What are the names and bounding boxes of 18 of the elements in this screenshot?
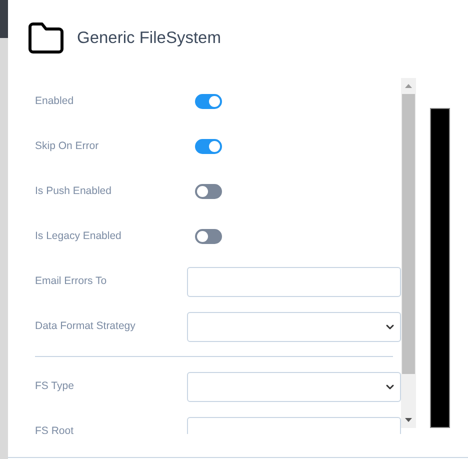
folder-icon bbox=[27, 22, 65, 54]
field-label: FS Root bbox=[35, 424, 75, 434]
field-label: Enabled bbox=[35, 94, 75, 109]
toggle-switch[interactable] bbox=[195, 229, 222, 244]
field-label: Data Format Strategy bbox=[35, 318, 136, 334]
field-label: FS Type bbox=[35, 378, 75, 394]
dialog-title: Generic FileSystem bbox=[77, 28, 221, 49]
toggle-switch[interactable] bbox=[195, 139, 222, 154]
field-label: Skip On Error bbox=[35, 138, 100, 154]
toggle-switch[interactable] bbox=[195, 184, 222, 199]
field-label: Is Push Enabled bbox=[35, 184, 112, 199]
field-label: Is Legacy Enabled bbox=[35, 228, 122, 244]
toggle-switch[interactable] bbox=[195, 94, 222, 109]
dropdown-field[interactable] bbox=[186, 312, 401, 342]
field-label: Email Errors To bbox=[35, 274, 108, 289]
input-field[interactable] bbox=[187, 266, 401, 296]
scrollbar[interactable] bbox=[401, 78, 416, 428]
dropdown-field[interactable] bbox=[186, 372, 401, 402]
